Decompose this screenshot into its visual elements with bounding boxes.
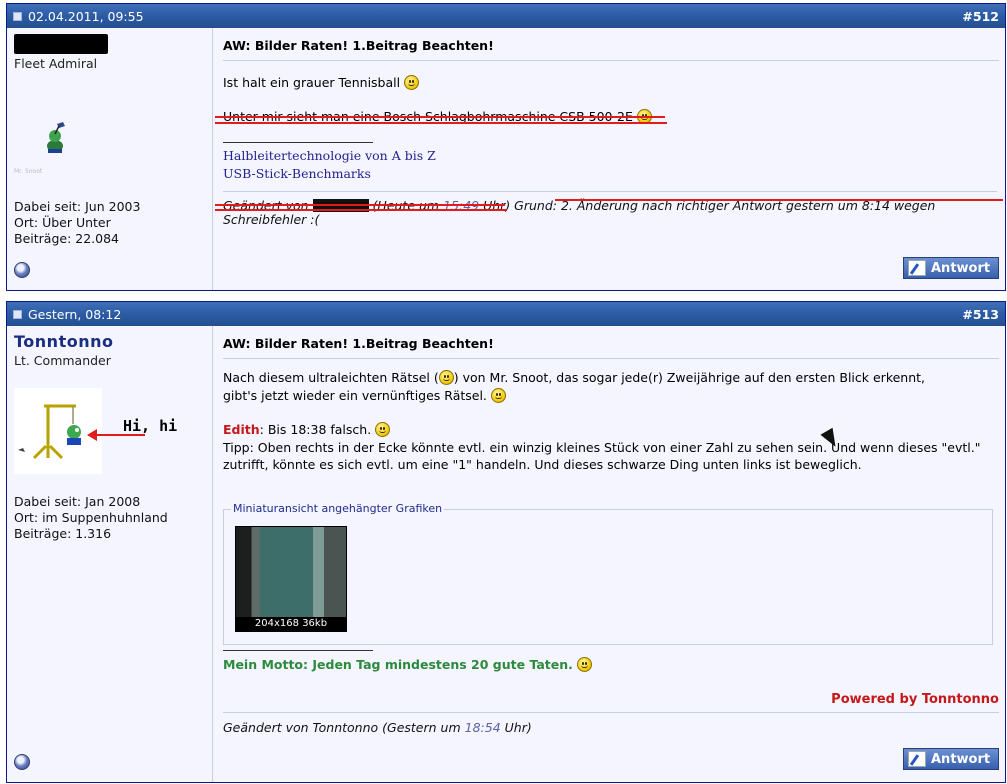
reply-button[interactable]: Antwort <box>903 748 999 770</box>
edith-label: Edith <box>223 422 260 437</box>
arrow-icon <box>87 429 97 441</box>
powered-by: Powered by Tonntonno <box>831 692 999 707</box>
motto-text: Mein Motto: Jeden Tag mindestens 20 gute… <box>223 657 573 672</box>
stat-location: Ort: im Suppenhuhnland <box>14 510 168 525</box>
annotation-underline <box>215 204 505 206</box>
thumbnail-caption: 204x168 36kb <box>236 617 346 631</box>
username-redacted[interactable] <box>14 34 108 54</box>
attachment-box: Miniaturansicht angehängter Grafiken 204… <box>223 502 993 645</box>
user-title: Fleet Admiral <box>14 56 98 71</box>
user-stats: Dabei seit: Jan 2008 Ort: im Suppenhuhnl… <box>14 494 168 542</box>
stat-posts: Beiträge: 1.316 <box>14 526 112 541</box>
smiley-icon <box>490 388 506 403</box>
annotation-underline <box>215 209 507 211</box>
arrow-line <box>93 434 145 436</box>
post-512: 02.04.2011, 09:55 #512 Fleet Admiral Mr.… <box>6 3 1006 291</box>
post-content: AW: Bilder Raten! 1.Beitrag Beachten! Is… <box>213 28 1005 290</box>
edit-time: 18:54 <box>464 720 501 735</box>
dizzy-smiley-icon <box>438 370 454 385</box>
status-icon <box>14 754 30 770</box>
sig-link-usb[interactable]: USB-Stick-Benchmarks <box>223 166 371 181</box>
user-sidebar: Fleet Admiral Mr. Snoot Dabei seit: Jun … <box>7 28 213 290</box>
edit-divider <box>223 191 997 192</box>
message-text: Ist halt ein grauer Tennisball <box>223 75 401 90</box>
username[interactable]: Tonntonno <box>14 332 205 351</box>
stat-joined: Dabei seit: Jun 2003 <box>14 199 141 214</box>
worried-smiley-icon <box>375 422 391 437</box>
annotation-underline <box>555 199 1003 201</box>
edith-text: : Bis 18:38 falsch. <box>259 422 372 437</box>
post-513: Gestern, 08:12 #513 Tonntonno Lt. Comman… <box>6 301 1006 783</box>
post-number-link[interactable]: #512 <box>962 9 999 24</box>
user-stats: Dabei seit: Jun 2003 Ort: Über Unter Bei… <box>14 199 140 247</box>
stat-location: Ort: Über Unter <box>14 215 111 230</box>
message-line-1: Ist halt ein grauer Tennisball <box>223 74 999 92</box>
reply-label: Antwort <box>931 751 991 767</box>
signature-divider <box>223 650 373 651</box>
smiley-icon <box>404 75 420 90</box>
attachment-thumbnail[interactable]: 204x168 36kb <box>235 526 347 632</box>
edit-note: Geändert von Tonntonno (Gestern um 18:54… <box>223 720 532 735</box>
tip-text: Tipp: Oben rechts in der Ecke könnte evt… <box>223 440 981 472</box>
status-icon <box>14 262 30 278</box>
message-text: Nach diesem ultraleichten Rätsel ( <box>223 370 439 385</box>
post-header: 02.04.2011, 09:55 #512 <box>7 4 1005 28</box>
avatar <box>39 120 71 154</box>
annotation-underline <box>215 116 665 118</box>
stat-posts: Beiträge: 22.084 <box>14 231 119 246</box>
post-icon <box>13 11 22 21</box>
reply-button[interactable]: Antwort <box>903 257 999 279</box>
stat-joined: Dabei seit: Jan 2008 <box>14 494 141 509</box>
post-content: AW: Bilder Raten! 1.Beitrag Beachten! Na… <box>213 326 1005 782</box>
avatar-text: Hi, hi <box>123 417 178 435</box>
post-date: 02.04.2011, 09:55 <box>28 8 144 24</box>
message-text: gibt's jetzt wieder ein vernünftiges Rät… <box>223 388 487 403</box>
post-header: Gestern, 08:12 #513 <box>7 302 1005 326</box>
signature: Halbleitertechnologie von A bis Z USB-St… <box>223 147 999 183</box>
message-paragraph-1: Nach diesem ultraleichten Rätsel ( ) von … <box>223 369 999 405</box>
pencil-icon <box>908 260 926 276</box>
avatar-caption: Mr. Snoot <box>14 168 43 175</box>
user-sidebar: Tonntonno Lt. Commander Hi, hi Dabei sei… <box>7 326 213 782</box>
signature-divider <box>223 142 373 143</box>
edit-prefix: Geändert von Tonntonno (Gestern um <box>223 720 461 735</box>
edit-close: Uhr) <box>504 720 532 735</box>
post-title: AW: Bilder Raten! 1.Beitrag Beachten! <box>223 326 999 359</box>
signature-motto: Mein Motto: Jeden Tag mindestens 20 gute… <box>223 657 593 672</box>
message-text: ) von Mr. Snoot, das sogar jede(r) Zweij… <box>453 370 926 385</box>
edith-line: Edith: Bis 18:38 falsch. <box>223 421 999 439</box>
attachment-legend: Miniaturansicht angehängter Grafiken <box>231 502 445 515</box>
edit-divider <box>223 712 999 713</box>
sig-link-halbleiter[interactable]: Halbleitertechnologie von A bis Z <box>223 148 436 163</box>
pencil-icon <box>908 751 926 767</box>
reply-label: Antwort <box>931 260 991 276</box>
post-date: Gestern, 08:12 <box>28 306 122 322</box>
post-number-link[interactable]: #513 <box>962 307 999 322</box>
annotation-underline <box>215 122 667 124</box>
user-title: Lt. Commander <box>14 353 111 368</box>
post-icon <box>13 309 22 319</box>
smiley-icon <box>577 657 593 672</box>
post-title: AW: Bilder Raten! 1.Beitrag Beachten! <box>223 28 999 61</box>
